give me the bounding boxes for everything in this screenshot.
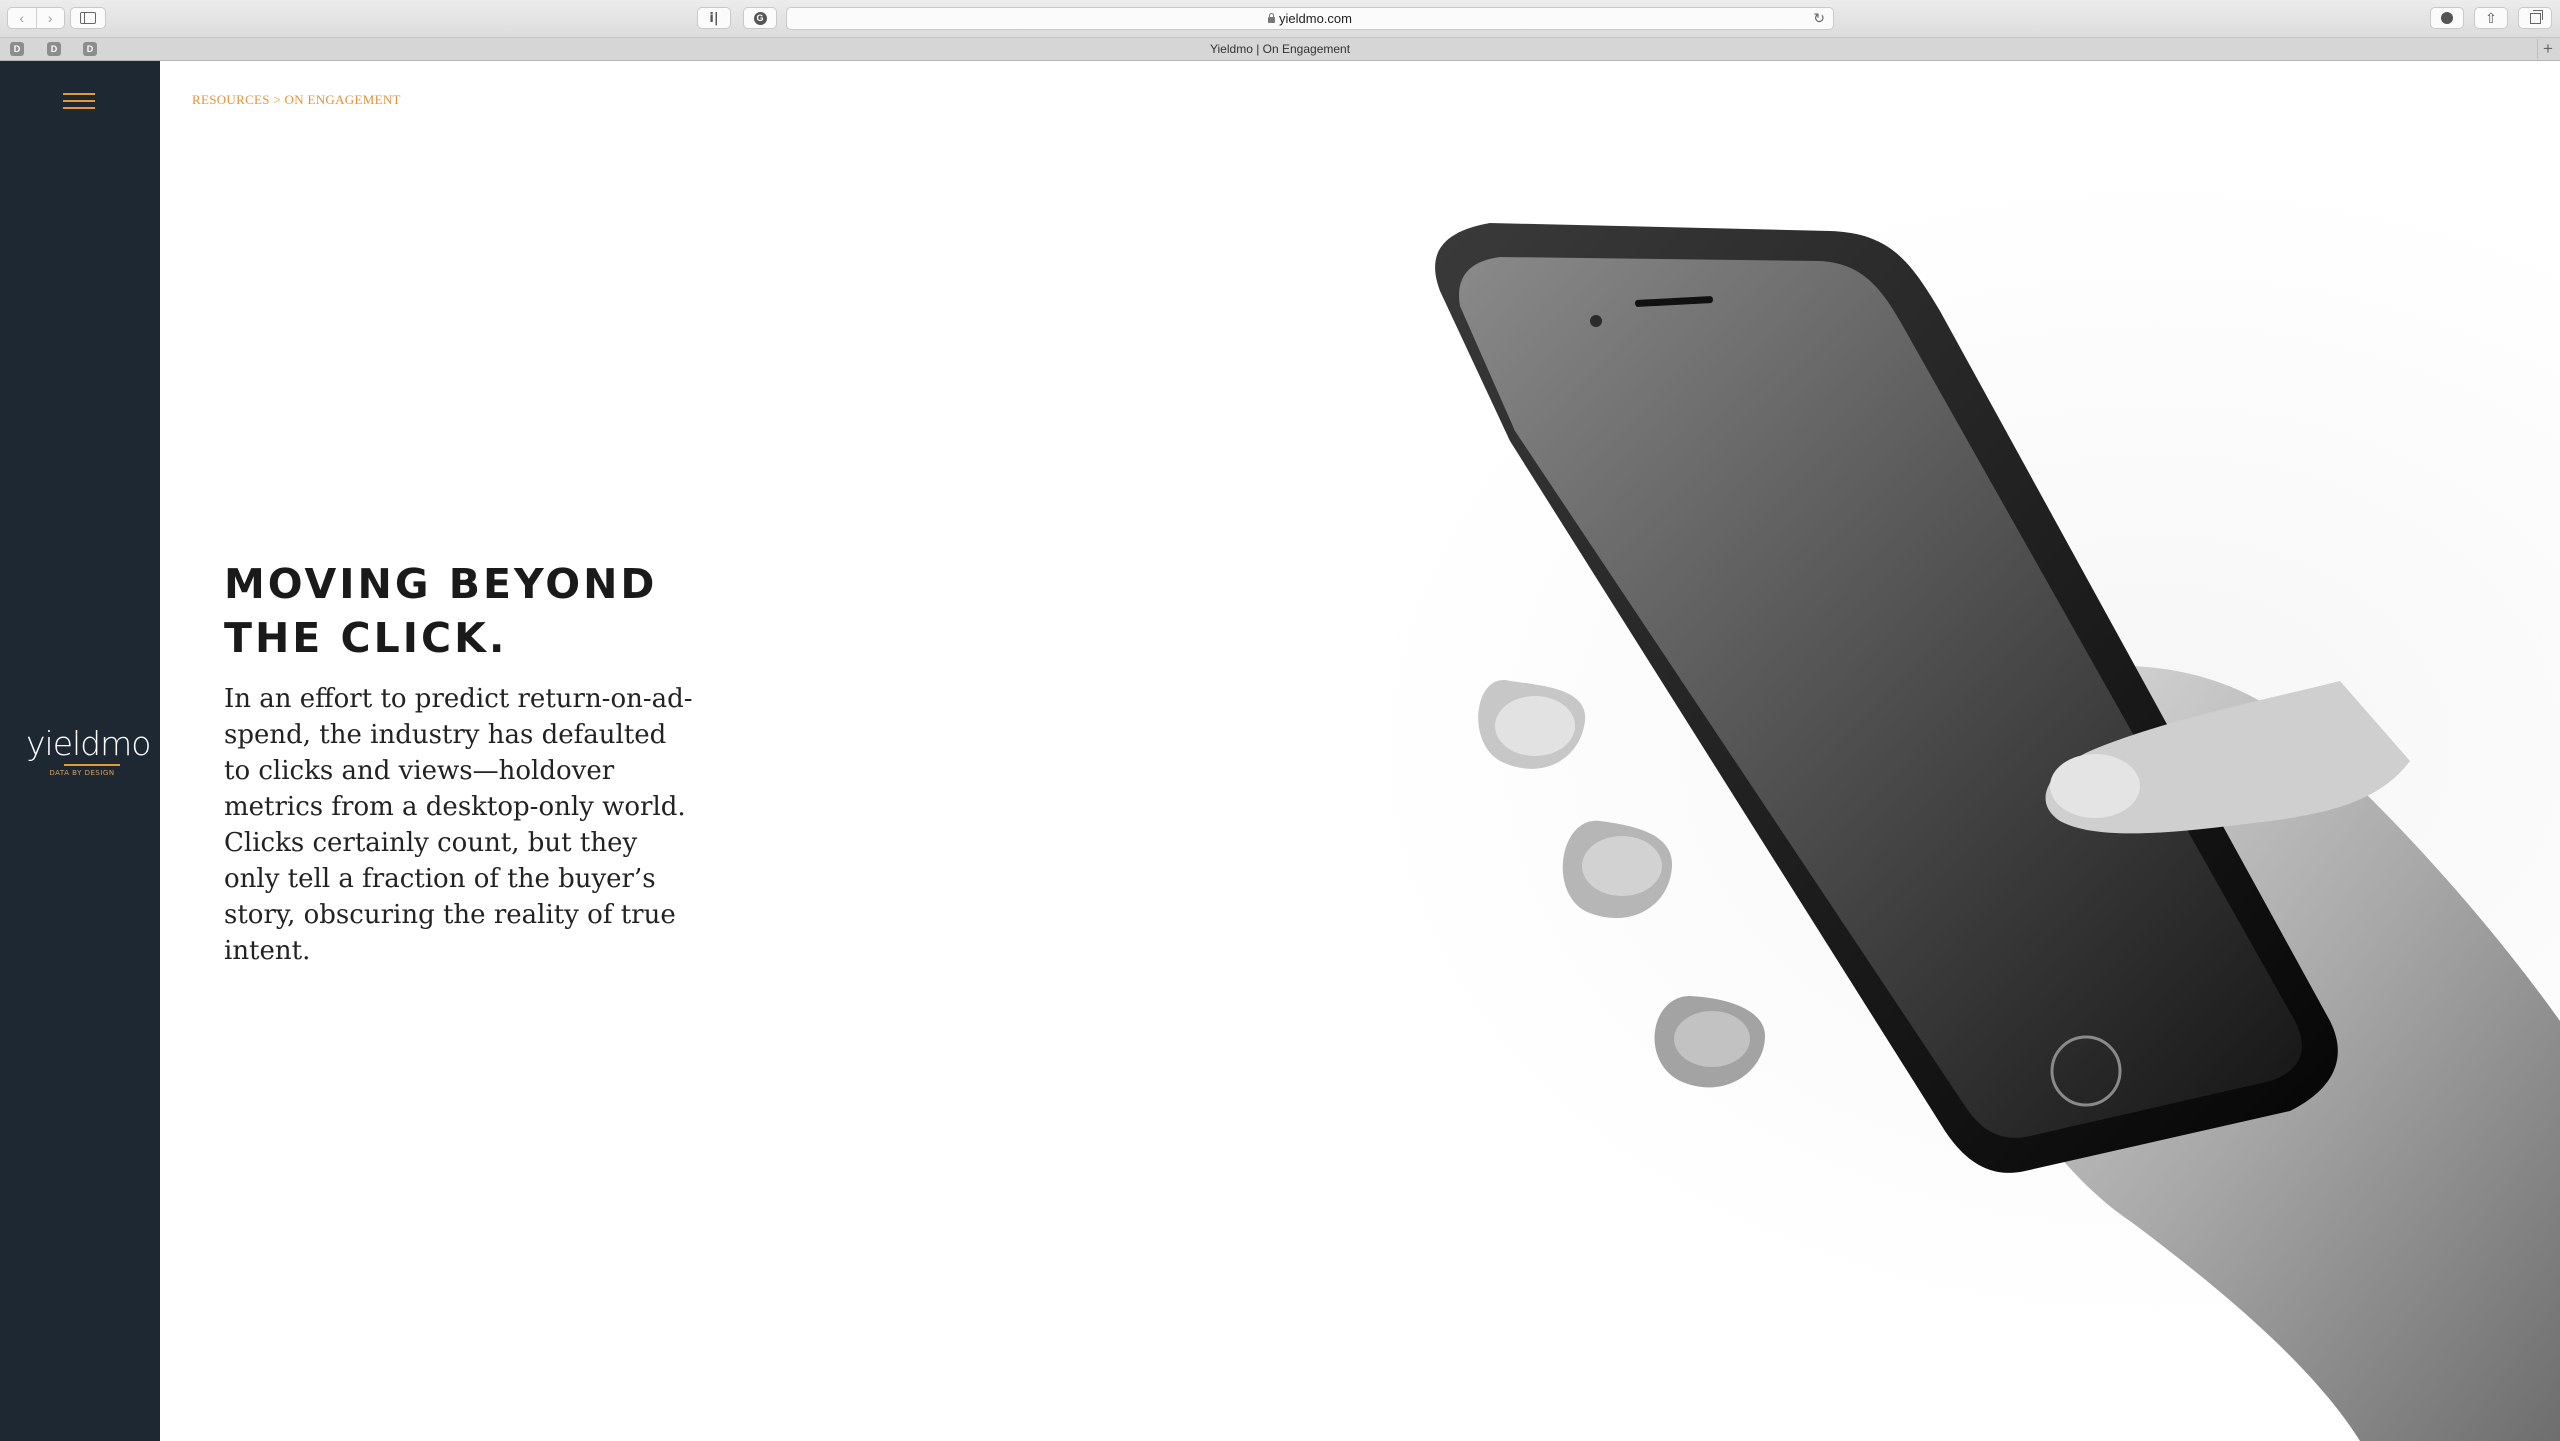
page-content: yieldmo DATA BY DESIGN RESOURCES > ON EN… [0,61,2560,1441]
forward-button[interactable]: › [35,8,65,28]
breadcrumb[interactable]: RESOURCES > ON ENGAGEMENT [192,92,401,108]
back-forward-buttons: ‹ › [7,7,65,29]
share-button[interactable]: ⇧ [2474,7,2508,29]
tab-bar: D D D Yieldmo | On Engagement + [0,38,2560,61]
hand-holding-smartphone-photo [1435,223,2560,1441]
share-icon: ⇧ [2485,9,2497,26]
instapaper-icon: i| [709,10,719,26]
logo-wordmark: yieldmo [26,724,151,763]
browser-toolbar: ‹ › i| G yieldmo.com ↻ ⇧ [0,0,2560,38]
site-logo[interactable]: yieldmo DATA BY DESIGN [26,724,151,778]
logo-underline [64,764,120,766]
menu-icon[interactable] [63,91,95,113]
downloads-button[interactable] [2430,7,2464,29]
tab-active[interactable]: Yieldmo | On Engagement [0,42,2560,56]
instapaper-button[interactable]: i| [697,7,731,29]
reload-icon[interactable]: ↻ [1813,10,1825,27]
headline-line-1: MOVING BEYOND [224,560,658,608]
grammarly-icon: G [753,11,767,25]
intro-paragraph: In an effort to predict return-on-ad-spe… [224,684,693,966]
address-bar[interactable]: yieldmo.com ↻ [786,7,1834,30]
url-display: yieldmo.com [787,11,1833,26]
tabs-overview-icon [2529,9,2543,24]
lock-icon [1268,13,1276,23]
grammarly-button[interactable]: G [743,7,777,29]
site-sidebar: yieldmo DATA BY DESIGN [0,61,160,1441]
sidebar-toggle-button[interactable] [70,7,106,29]
new-tab-button[interactable]: + [2537,39,2558,59]
logo-tagline: DATA BY DESIGN [49,769,115,777]
hero-image [1210,61,2560,1441]
show-tabs-button[interactable] [2518,7,2552,29]
back-button[interactable]: ‹ [8,8,36,28]
sidebar-icon [80,12,96,24]
url-text: yieldmo.com [1279,11,1352,26]
page-title: MOVING BEYOND THE CLICK. [224,557,744,665]
download-icon [2441,12,2453,24]
headline-line-2: THE CLICK. [224,614,508,662]
